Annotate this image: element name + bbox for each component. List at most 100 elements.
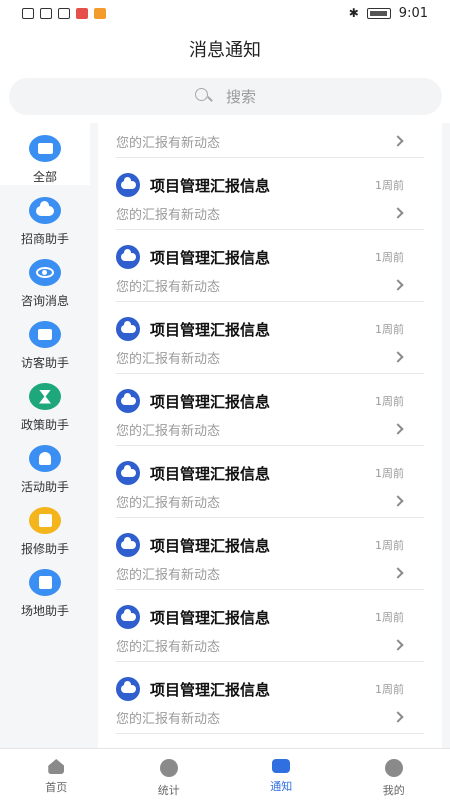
list-item[interactable]: 项目管理汇报信息 1周前 您的汇报有新动态	[116, 230, 424, 302]
cloud-icon	[116, 533, 140, 557]
item-time: 1周前	[375, 179, 404, 192]
item-desc: 您的汇报有新动态	[116, 639, 221, 655]
item-head: 项目管理汇报信息 1周前	[116, 173, 424, 197]
cloud-icon	[116, 317, 140, 341]
item-desc: 您的汇报有新动态	[116, 423, 221, 439]
home-icon	[48, 759, 65, 774]
list-item[interactable]: 项目管理汇报信息 1周前 您的汇报有新动态	[116, 158, 424, 230]
item-title: 项目管理汇报信息	[150, 320, 271, 339]
folder-icon	[29, 135, 61, 162]
item-desc: 您的汇报有新动态	[116, 495, 221, 511]
sidebar-item-activity[interactable]: 活动助手	[0, 433, 90, 495]
item-title: 项目管理汇报信息	[150, 536, 271, 555]
item-title: 项目管理汇报信息	[150, 680, 271, 699]
bell-icon	[29, 445, 61, 472]
item-head: 项目管理汇报信息 1周前	[116, 389, 424, 413]
sidebar-item-label: 政策助手	[20, 418, 69, 432]
item-desc: 您的汇报有新动态	[116, 279, 221, 295]
sidebar-item-visitor[interactable]: 访客助手	[0, 309, 90, 371]
tab-home[interactable]: 首页	[0, 749, 113, 800]
eye-icon	[29, 259, 61, 286]
sidebar-item-consult[interactable]: 咨询消息	[0, 247, 90, 309]
sidebar-item-label: 咨询消息	[20, 294, 69, 308]
status-icons-left	[22, 7, 106, 19]
search-input[interactable]: 搜索	[9, 78, 442, 115]
page-title: 消息通知	[189, 40, 261, 61]
sim-icon	[22, 7, 34, 19]
list-item-partial[interactable]: 您的汇报有新动态	[116, 123, 424, 158]
item-time: 1周前	[375, 323, 404, 336]
media-icon	[94, 7, 106, 19]
item-title: 项目管理汇报信息	[150, 248, 271, 267]
sidebar-item-label: 招商助手	[20, 232, 69, 246]
chevron-right-icon	[392, 567, 404, 579]
list-item[interactable]: 项目管理汇报信息 1周前 您的汇报有新动态	[116, 662, 424, 734]
chevron-right-icon	[392, 279, 404, 291]
cloud-icon	[116, 389, 140, 413]
hourglass-icon	[29, 383, 61, 410]
sidebar-item-venue[interactable]: 场地助手	[0, 557, 90, 619]
item-sub-row: 您的汇报有新动态	[116, 490, 424, 512]
category-sidebar: 全部 招商助手 咨询消息 访客助手 政策助手 活动助手 报修助手 场地助手	[0, 123, 90, 748]
item-title: 项目管理汇报信息	[150, 392, 271, 411]
list-item[interactable]: 项目管理汇报信息 1周前 您的汇报有新动态	[116, 374, 424, 446]
item-desc: 您的汇报有新动态	[116, 207, 221, 223]
item-desc: 您的汇报有新动态	[116, 351, 221, 367]
chevron-right-icon	[392, 711, 404, 723]
tab-label: 通知	[270, 780, 293, 793]
tab-label: 首页	[45, 781, 68, 794]
item-time: 1周前	[375, 683, 404, 696]
cloud-icon	[116, 173, 140, 197]
item-time: 1周前	[375, 251, 404, 264]
item-sub-row: 您的汇报有新动态	[116, 346, 424, 368]
item-head: 项目管理汇报信息 1周前	[116, 245, 424, 269]
trash-icon	[29, 507, 61, 534]
item-time: 1周前	[375, 539, 404, 552]
tab-notifications[interactable]: 通知	[225, 749, 338, 800]
sidebar-item-investment[interactable]: 招商助手	[0, 185, 90, 247]
bag-icon	[29, 569, 61, 596]
item-head: 项目管理汇报信息 1周前	[116, 605, 424, 629]
item-sub-row: 您的汇报有新动态	[116, 634, 424, 656]
item-title: 项目管理汇报信息	[150, 464, 271, 483]
chevron-right-icon	[392, 135, 404, 147]
sidebar-item-policy[interactable]: 政策助手	[0, 371, 90, 433]
status-bar: ✱ 9:01	[0, 0, 450, 26]
item-time: 1周前	[375, 395, 404, 408]
list-item[interactable]: 项目管理汇报信息 1周前 您的汇报有新动态	[116, 446, 424, 518]
chevron-right-icon	[392, 423, 404, 435]
item-sub-row: 您的汇报有新动态	[116, 202, 424, 224]
item-head: 项目管理汇报信息 1周前	[116, 461, 424, 485]
sidebar-item-all[interactable]: 全部	[0, 123, 90, 185]
chevron-right-icon	[392, 351, 404, 363]
notification-icon	[76, 7, 88, 19]
wifi-icon	[40, 7, 52, 19]
item-head: 项目管理汇报信息 1周前	[116, 533, 424, 557]
item-title: 项目管理汇报信息	[150, 176, 271, 195]
status-time: 9:01	[398, 5, 428, 21]
sidebar-item-label: 报修助手	[20, 542, 69, 556]
item-head: 项目管理汇报信息 1周前	[116, 677, 424, 701]
item-time: 1周前	[375, 611, 404, 624]
item-sub-row: 您的汇报有新动态	[116, 418, 424, 440]
sidebar-item-repair[interactable]: 报修助手	[0, 495, 90, 557]
status-icons-right: ✱ 9:01	[349, 6, 428, 21]
tab-statistics[interactable]: 统计	[113, 749, 226, 800]
list-item[interactable]: 项目管理汇报信息 1周前 您的汇报有新动态	[116, 590, 424, 662]
search-placeholder: 搜索	[225, 88, 256, 106]
bluetooth-icon: ✱	[348, 6, 359, 20]
flag-icon	[29, 321, 61, 348]
battery-icon	[366, 7, 391, 19]
item-time: 1周前	[375, 467, 404, 480]
list-item[interactable]: 项目管理汇报信息 1周前 您的汇报有新动态	[116, 302, 424, 374]
cloud-icon	[29, 197, 61, 224]
item-head: 项目管理汇报信息 1周前	[116, 317, 424, 341]
chevron-right-icon	[392, 207, 404, 219]
tab-profile[interactable]: 我的	[338, 749, 450, 800]
list-item[interactable]: 项目管理汇报信息 1周前 您的汇报有新动态	[116, 518, 424, 590]
item-title: 项目管理汇报信息	[150, 608, 271, 627]
cloud-icon	[116, 677, 140, 701]
chat-icon	[272, 759, 291, 773]
item-sub-row: 您的汇报有新动态	[116, 274, 424, 296]
chevron-right-icon	[392, 495, 404, 507]
